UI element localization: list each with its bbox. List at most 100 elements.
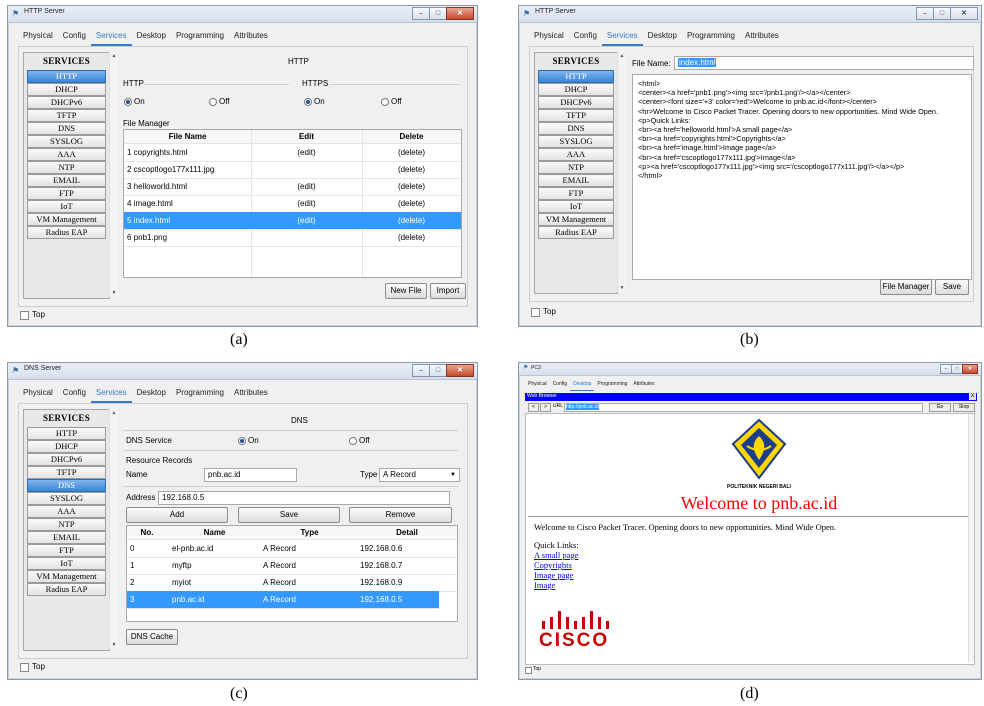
browser-close-button[interactable]: X xyxy=(969,393,976,400)
delete-link[interactable]: (delete) xyxy=(362,216,461,225)
dns-on-radio[interactable] xyxy=(238,437,246,445)
service-vm-management[interactable]: VM Management xyxy=(27,570,106,583)
service-dns[interactable]: DNS xyxy=(538,122,614,135)
tab-physical[interactable]: Physical xyxy=(529,29,569,44)
service-vm-management[interactable]: VM Management xyxy=(27,213,106,226)
tab-services[interactable]: Services xyxy=(90,29,132,46)
edit-link[interactable]: (edit) xyxy=(251,199,362,208)
scroll-up-icon[interactable]: ▲ xyxy=(110,409,118,417)
service-aaa[interactable]: AAA xyxy=(27,148,106,161)
tab-services[interactable]: Services xyxy=(601,29,643,46)
tab-physical[interactable]: Physical xyxy=(18,29,58,44)
service-aaa[interactable]: AAA xyxy=(27,505,106,518)
table-row[interactable]: 2 myiot A Record 192.168.0.9 xyxy=(127,574,457,592)
close-button[interactable]: ✕ xyxy=(446,364,474,377)
service-vm-management[interactable]: VM Management xyxy=(538,213,614,226)
http-on-radio[interactable] xyxy=(124,98,132,106)
cisco-bars-logo[interactable] xyxy=(540,609,612,631)
service-dhcpv6[interactable]: DHCPv6 xyxy=(27,453,106,466)
title-bar[interactable]: ⚑ PC3 – □ ✕ xyxy=(519,363,981,376)
http-off-radio[interactable] xyxy=(209,98,217,106)
col-name[interactable]: Name xyxy=(167,528,262,537)
delete-link[interactable]: (delete) xyxy=(362,165,461,174)
import-button[interactable]: Import xyxy=(430,283,466,299)
service-dhcp[interactable]: DHCP xyxy=(27,83,106,96)
table-row[interactable]: 0 el-pnb.ac.id A Record 192.168.0.6 xyxy=(127,540,457,558)
service-dns[interactable]: DNS xyxy=(27,122,106,135)
html-code-editor[interactable]: <html> <center><a href='pnb1.png'><img s… xyxy=(632,74,972,280)
service-syslog[interactable]: SYSLOG xyxy=(27,492,106,505)
sidebar-scrollbar[interactable]: ▲ ▼ xyxy=(109,52,118,297)
save-button[interactable]: Save xyxy=(238,507,340,523)
link-image[interactable]: Image xyxy=(534,580,555,590)
table-row-selected[interactable]: 5 index.html (edit) (delete) xyxy=(124,212,461,230)
table-row-selected[interactable]: 3 pnb.ac.id A Record 192.168.0.5 xyxy=(127,591,439,609)
title-bar[interactable]: ⚑ DNS Server – □ ✕ xyxy=(8,363,477,380)
service-email[interactable]: EMAIL xyxy=(27,174,106,187)
tab-programming[interactable]: Programming xyxy=(171,386,229,401)
link-image-page[interactable]: Image page xyxy=(534,570,573,580)
top-checkbox[interactable] xyxy=(531,308,540,317)
dns-cache-button[interactable]: DNS Cache xyxy=(126,629,178,645)
service-radius-eap[interactable]: Radius EAP xyxy=(27,226,106,239)
delete-link[interactable]: (delete) xyxy=(362,182,461,191)
tab-programming[interactable]: Programming xyxy=(682,29,740,44)
scroll-down-icon[interactable]: ▼ xyxy=(110,641,118,649)
new-file-button[interactable]: New File xyxy=(385,283,427,299)
scroll-up-icon[interactable]: ▲ xyxy=(110,52,118,60)
tab-config[interactable]: Config xyxy=(550,380,570,390)
service-aaa[interactable]: AAA xyxy=(538,148,614,161)
col-no[interactable]: No. xyxy=(127,528,167,537)
back-icon[interactable]: < xyxy=(528,403,539,412)
tab-attributes[interactable]: Attributes xyxy=(229,386,273,401)
sidebar-scrollbar[interactable]: ▲ ▼ xyxy=(109,409,118,649)
tab-attributes[interactable]: Attributes xyxy=(229,29,273,44)
tab-config[interactable]: Config xyxy=(58,29,91,44)
go-button[interactable]: Go xyxy=(929,403,951,412)
delete-link[interactable]: (delete) xyxy=(362,148,461,157)
table-row[interactable]: 2 cscoptlogo177x111.jpg (delete) xyxy=(124,161,461,179)
service-dhcp[interactable]: DHCP xyxy=(27,440,106,453)
tab-attributes[interactable]: Attributes xyxy=(630,380,657,390)
file-manager-button[interactable]: File Manager xyxy=(880,279,932,295)
link-small-page[interactable]: A small page xyxy=(534,550,578,560)
col-file-name[interactable]: File Name xyxy=(124,132,251,141)
table-row[interactable]: 1 copyrights.html (edit) (delete) xyxy=(124,144,461,162)
service-syslog[interactable]: SYSLOG xyxy=(538,135,614,148)
close-button[interactable]: ✕ xyxy=(446,7,474,20)
service-http[interactable]: HTTP xyxy=(538,70,614,83)
service-tftp[interactable]: TFTP xyxy=(538,109,614,122)
service-ftp[interactable]: FTP xyxy=(538,187,614,200)
table-row[interactable]: 4 image.html (edit) (delete) xyxy=(124,195,461,213)
scroll-down-icon[interactable]: ▼ xyxy=(110,289,118,297)
file-name-input[interactable]: index.html xyxy=(674,56,974,70)
service-dns[interactable]: DNS xyxy=(27,479,106,492)
service-http[interactable]: HTTP xyxy=(27,70,106,83)
delete-link[interactable]: (delete) xyxy=(362,199,461,208)
tab-desktop[interactable]: Desktop xyxy=(643,29,682,44)
page-scrollbar[interactable] xyxy=(968,414,974,662)
remove-button[interactable]: Remove xyxy=(349,507,452,523)
col-edit[interactable]: Edit xyxy=(251,132,362,141)
minimize-button[interactable]: – xyxy=(412,7,430,20)
tab-desktop[interactable]: Desktop xyxy=(570,380,595,391)
https-off-radio[interactable] xyxy=(381,98,389,106)
https-on-radio[interactable] xyxy=(304,98,312,106)
scroll-up-icon[interactable]: ▲ xyxy=(618,52,626,60)
type-select[interactable]: A Record ▼ xyxy=(379,468,460,482)
sidebar-scrollbar[interactable]: ▲ ▼ xyxy=(617,52,626,292)
table-row[interactable]: 6 pnb1.png (delete) xyxy=(124,229,461,247)
col-delete[interactable]: Delete xyxy=(362,132,461,141)
tab-attributes[interactable]: Attributes xyxy=(740,29,784,44)
service-http[interactable]: HTTP xyxy=(27,427,106,440)
add-button[interactable]: Add xyxy=(126,507,228,523)
edit-link[interactable]: (edit) xyxy=(251,148,362,157)
service-dhcp[interactable]: DHCP xyxy=(538,83,614,96)
service-ntp[interactable]: NTP xyxy=(27,518,106,531)
service-ftp[interactable]: FTP xyxy=(27,187,106,200)
tab-config[interactable]: Config xyxy=(569,29,602,44)
maximize-button[interactable]: □ xyxy=(429,7,447,20)
close-button[interactable]: ✕ xyxy=(950,7,978,20)
forward-icon[interactable]: > xyxy=(540,403,551,412)
tab-services[interactable]: Services xyxy=(90,386,132,403)
